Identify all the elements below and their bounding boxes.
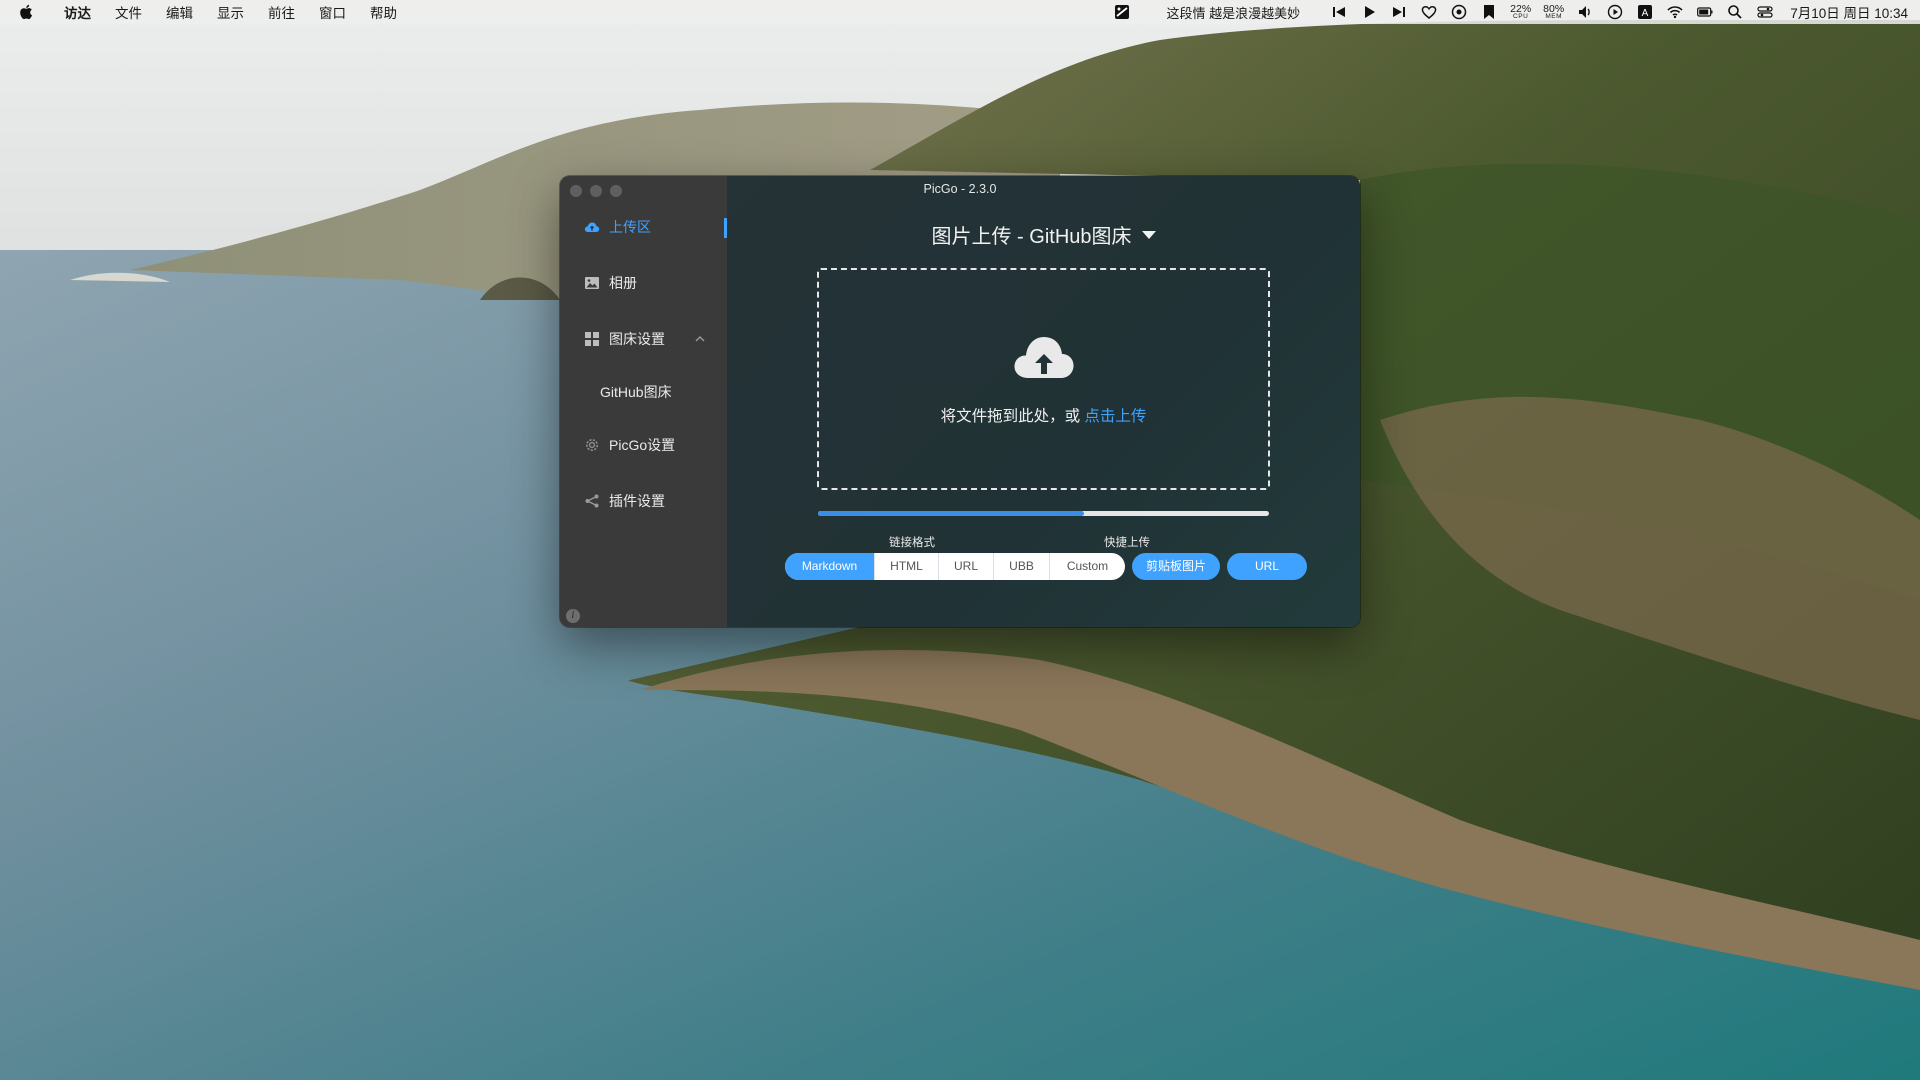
bookmark-icon[interactable]	[1480, 4, 1498, 20]
share-icon	[584, 493, 600, 509]
heart-icon[interactable]	[1420, 4, 1438, 20]
caret-down-icon	[1141, 230, 1156, 239]
battery-icon[interactable]	[1696, 4, 1714, 20]
menubar-clock[interactable]: 7月10日 周日 10:34	[1790, 2, 1908, 22]
sidebar-item-picgo-settings[interactable]: PicGo设置	[560, 430, 727, 460]
window-title: PicGo - 2.3.0	[923, 182, 997, 196]
link-format-label: 链接格式	[889, 537, 935, 549]
screen-recording-icon[interactable]	[1606, 4, 1624, 20]
upload-panel: 图片上传 - GitHub图床 将文件拖到此处，或 点击上传 链接格式 快捷上传…	[727, 176, 1360, 627]
close-window-button[interactable]	[570, 185, 582, 197]
play-icon[interactable]	[1360, 4, 1378, 20]
menu-window[interactable]: 窗口	[307, 0, 358, 24]
picgo-tray-icon[interactable]	[1113, 4, 1131, 20]
gear-icon	[584, 437, 600, 453]
upload-clipboard-image-button[interactable]: 剪贴板图片	[1132, 553, 1220, 580]
menu-file[interactable]: 文件	[103, 0, 154, 24]
dropzone-hint-text: 将文件拖到此处，或	[940, 408, 1085, 425]
link-format-selector: Markdown HTML URL UBB Custom	[785, 553, 1125, 580]
quick-upload-label: 快捷上传	[1104, 537, 1150, 549]
click-upload-link[interactable]: 点击上传	[1084, 408, 1146, 425]
upload-progress-fill	[818, 511, 1085, 516]
sidebar-item-picbed-settings[interactable]: 图床设置	[560, 324, 727, 354]
control-center-icon[interactable]	[1756, 4, 1774, 20]
info-icon[interactable]: i	[566, 609, 580, 623]
upload-from-url-button[interactable]: URL	[1227, 553, 1307, 580]
menu-view[interactable]: 显示	[205, 0, 256, 24]
menu-help[interactable]: 帮助	[358, 0, 409, 24]
format-markdown-button[interactable]: Markdown	[785, 553, 875, 580]
picgo-window: PicGo - 2.3.0 上传区 相册 图床设置 GitHub图床 PicGo…	[560, 176, 1360, 627]
format-url-button[interactable]: URL	[939, 553, 994, 580]
volume-icon[interactable]	[1576, 4, 1594, 20]
image-icon	[584, 275, 600, 291]
minimize-window-button[interactable]	[590, 185, 602, 197]
mem-label: MEM	[1545, 13, 1563, 20]
upload-dropzone[interactable]: 将文件拖到此处，或 点击上传	[817, 268, 1270, 490]
zoom-window-button[interactable]	[610, 185, 622, 197]
menu-bar: 访达 文件 编辑 显示 前往 窗口 帮助 这段情 越是浪漫越美妙 22% CPU…	[0, 0, 1920, 24]
sidebar-item-github-picbed[interactable]: GitHub图床	[560, 377, 727, 407]
next-track-icon[interactable]	[1390, 4, 1408, 20]
sidebar-item-gallery[interactable]: 相册	[560, 268, 727, 298]
sidebar: 上传区 相册 图床设置 GitHub图床 PicGo设置 插件设置 i	[560, 176, 727, 627]
cloud-upload-icon	[584, 219, 600, 235]
menu-app-finder[interactable]: 访达	[52, 0, 103, 24]
cpu-meter[interactable]: 22% CPU	[1510, 3, 1531, 21]
now-playing-text[interactable]: 这段情 越是浪漫越美妙	[1167, 3, 1301, 22]
input-source-letter: A	[1642, 8, 1649, 19]
spotlight-search-icon[interactable]	[1726, 4, 1744, 20]
mem-meter[interactable]: 80% MEM	[1543, 3, 1564, 21]
menu-edit[interactable]: 编辑	[154, 0, 205, 24]
sidebar-item-label: 图床设置	[609, 331, 665, 347]
sidebar-item-label: GitHub图床	[600, 384, 672, 400]
picbed-selector[interactable]: 图片上传 - GitHub图床	[727, 220, 1360, 249]
sidebar-item-upload[interactable]: 上传区	[560, 212, 727, 242]
sidebar-item-plugin-settings[interactable]: 插件设置	[560, 486, 727, 516]
grid-icon	[584, 331, 600, 347]
format-custom-button[interactable]: Custom	[1050, 553, 1125, 580]
sidebar-item-label: PicGo设置	[609, 437, 676, 453]
upload-progress-bar	[818, 511, 1269, 516]
dropzone-hint: 将文件拖到此处，或 点击上传	[819, 404, 1268, 426]
music-app-icon[interactable]	[1450, 4, 1468, 20]
menu-go[interactable]: 前往	[256, 0, 307, 24]
input-source-icon[interactable]: A	[1636, 4, 1654, 20]
previous-track-icon[interactable]	[1330, 4, 1348, 20]
sidebar-item-label: 相册	[609, 275, 637, 291]
cpu-label: CPU	[1513, 13, 1529, 20]
wifi-icon[interactable]	[1666, 4, 1684, 20]
cloud-upload-icon	[1014, 337, 1074, 378]
apple-menu-icon[interactable]	[0, 4, 52, 20]
sidebar-item-label: 上传区	[609, 219, 651, 235]
format-html-button[interactable]: HTML	[875, 553, 939, 580]
format-ubb-button[interactable]: UBB	[994, 553, 1050, 580]
sidebar-item-label: 插件设置	[609, 493, 665, 509]
page-title: 图片上传 - GitHub图床	[931, 226, 1132, 248]
window-controls	[570, 185, 622, 197]
chevron-up-icon	[695, 336, 705, 342]
